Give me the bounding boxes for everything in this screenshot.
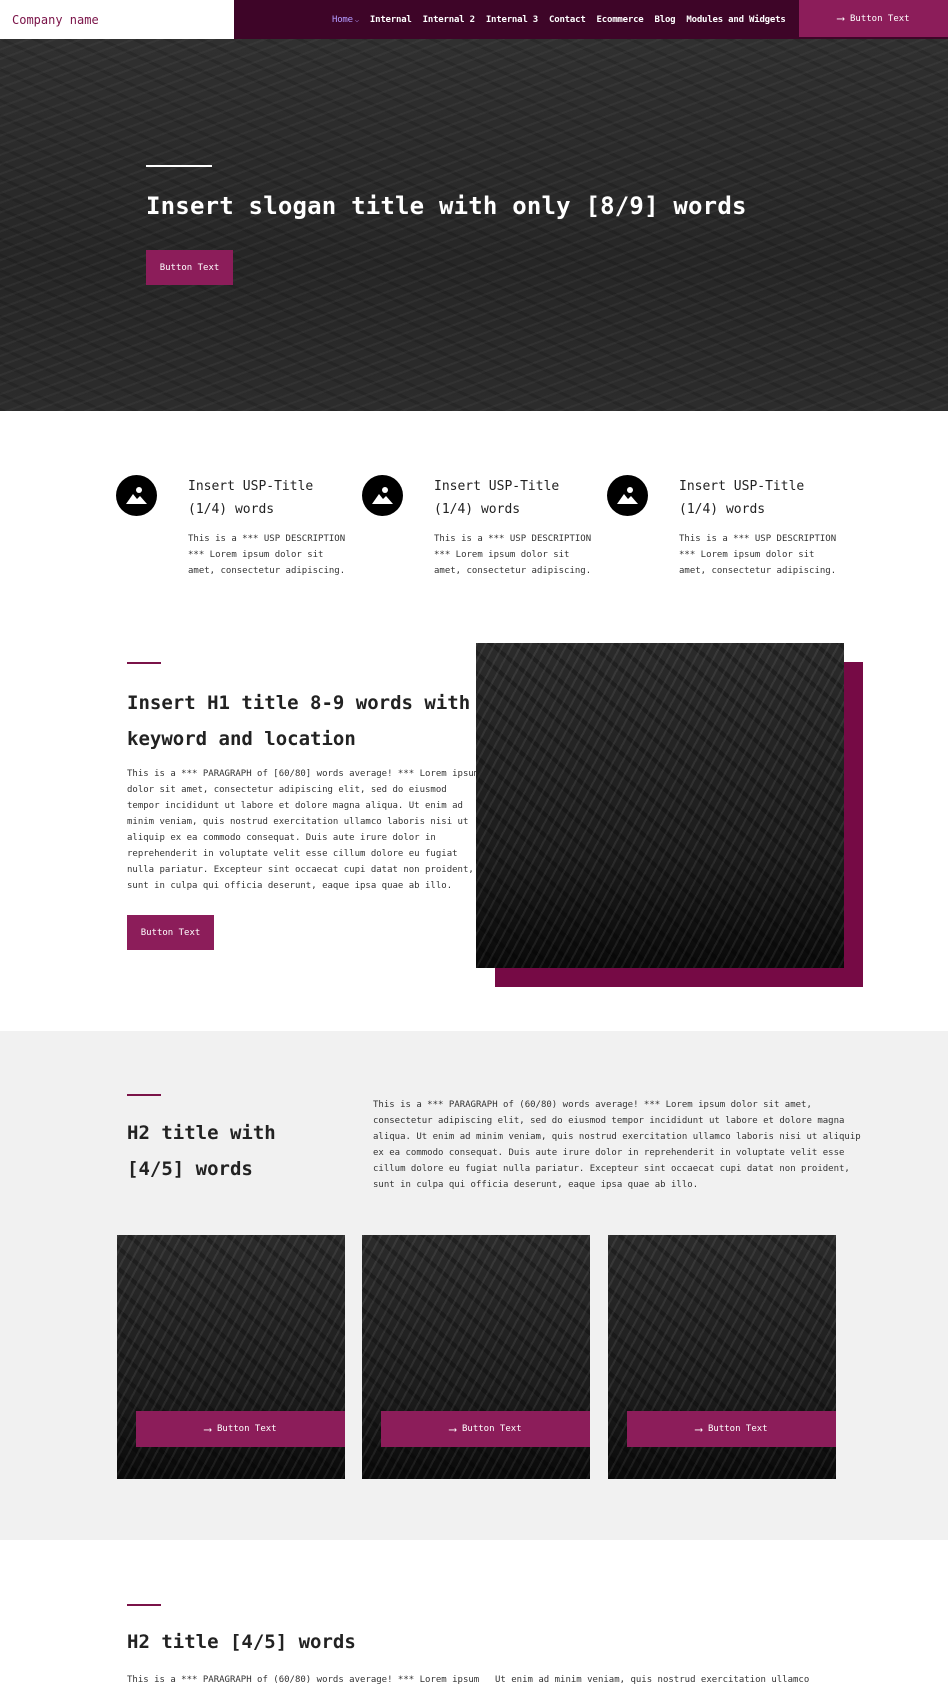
paragraph-line: aliqua. Ut enim ad minim veniam, quis no…: [373, 1132, 861, 1142]
usp-title: Insert USP-Title: [679, 479, 805, 494]
image-card: ⟶ Button Text: [117, 1235, 345, 1479]
card-button-label: Button Text: [462, 1424, 522, 1434]
hero-section: Insert slogan title with only [8/9] word…: [0, 39, 948, 411]
usp-description: This is a *** USP DESCRIPTION *** Lorem …: [679, 531, 879, 579]
bottom-paragraph-col1: This is a *** PARAGRAPH of (60/80) words…: [127, 1675, 480, 1685]
arrow-right-icon: ⟶: [837, 12, 844, 25]
usp-item: Insert USP-Title (1/4) words This is a *…: [607, 475, 879, 579]
image-card: ⟶ Button Text: [362, 1235, 590, 1479]
usp-title-sub: (1/4) words: [434, 502, 521, 517]
section-title: H2 title with [4/5] words: [127, 1115, 276, 1187]
paragraph-line: reprehenderit in voluptate velit esse ci…: [127, 849, 458, 859]
usp-desc-line: *** Lorem ipsum dolor sit: [188, 550, 324, 560]
paragraph-line: sunt in culpa qui officia deserunt, eaqu…: [373, 1180, 699, 1190]
arrow-right-icon: ⟶: [204, 1422, 211, 1436]
paragraph-line: ex ea commodo consequat. Duis aute irure…: [373, 1148, 845, 1158]
bottom-paragraph-col2: Ut enim ad minim veniam, quis nostrud ex…: [495, 1675, 810, 1685]
usp-description: This is a *** USP DESCRIPTION *** Lorem …: [434, 531, 634, 579]
paragraph-line: minim veniam, quis nostrud exercitation …: [127, 817, 469, 827]
brand-logo[interactable]: Company name: [0, 0, 234, 39]
usp-title: Insert USP-Title: [434, 479, 560, 494]
card-button[interactable]: ⟶ Button Text: [381, 1411, 590, 1447]
usp-item: Insert USP-Title (1/4) words This is a *…: [362, 475, 634, 579]
header-cta-label: Button Text: [850, 13, 910, 24]
intro-button[interactable]: Button Text: [127, 915, 214, 950]
nav-item-ecommerce[interactable]: Ecommerce: [597, 15, 644, 25]
image-icon: [607, 475, 648, 516]
usp-description: This is a *** USP DESCRIPTION *** Lorem …: [188, 531, 388, 579]
page-title-line: Insert H1 title 8-9 words with: [127, 692, 471, 714]
image-icon: [362, 475, 403, 516]
usp-desc-line: This is a *** USP DESCRIPTION: [188, 534, 346, 544]
paragraph-line: aliquip ex ea commodo consequat. Duis au…: [127, 833, 436, 843]
nav-item-internal[interactable]: Internal: [370, 15, 412, 25]
hero-title: Insert slogan title with only [8/9] word…: [146, 192, 747, 220]
image-icon: [116, 475, 157, 516]
paragraph-line: This is a *** PARAGRAPH of [60/80] words…: [127, 769, 480, 779]
nav-item-home[interactable]: Home ⌵: [332, 15, 359, 25]
section-accent-line: [127, 1094, 161, 1096]
paragraph-line: This is a *** PARAGRAPH of (60/80) words…: [373, 1100, 812, 1110]
nav-item-contact[interactable]: Contact: [549, 15, 586, 25]
usp-desc-line: amet, consectetur adipiscing.: [434, 566, 592, 576]
paragraph-line: cillum dolore eu fugiat nulla pariatur. …: [373, 1164, 850, 1174]
card-button-label: Button Text: [217, 1424, 277, 1434]
paragraph-line: tempor incididunt ut labore et dolore ma…: [127, 801, 463, 811]
page-title-line: keyword and location: [127, 728, 356, 750]
nav-item-blog[interactable]: Blog: [655, 15, 676, 25]
hero-accent-line: [146, 165, 212, 167]
intro-paragraph: This is a *** PARAGRAPH of [60/80] words…: [127, 766, 479, 894]
usp-desc-line: This is a *** USP DESCRIPTION: [679, 534, 837, 544]
section-title-line: [4/5] words: [127, 1158, 253, 1180]
usp-desc-line: This is a *** USP DESCRIPTION: [434, 534, 592, 544]
arrow-right-icon: ⟶: [449, 1422, 456, 1436]
paragraph-line: consectetur adipiscing elit, sed do eius…: [373, 1116, 845, 1126]
paragraph-line: nulla pariatur. Excepteur sint occaecat …: [127, 865, 474, 875]
usp-title-sub: (1/4) words: [188, 502, 275, 517]
header-cta-button[interactable]: ⟶ Button Text: [799, 0, 948, 37]
section-paragraph: This is a *** PARAGRAPH of (60/80) words…: [373, 1097, 861, 1193]
bottom-section-title: H2 title [4/5] words: [127, 1631, 356, 1653]
site-header: Company name Home ⌵ Internal Internal 2 I…: [0, 0, 948, 39]
nav-item-internal-2[interactable]: Internal 2: [423, 15, 475, 25]
usp-desc-line: amet, consectetur adipiscing.: [679, 566, 837, 576]
paragraph-line: sunt in culpa qui officia deserunt, eaqu…: [127, 881, 453, 891]
section-title-line: H2 title with: [127, 1122, 276, 1144]
chevron-down-icon: ⌵: [354, 15, 359, 24]
page-title: Insert H1 title 8-9 words with keyword a…: [127, 685, 470, 757]
card-button-label: Button Text: [708, 1424, 768, 1434]
sand-texture-image: [476, 643, 844, 968]
nav-item-label: Home: [332, 14, 353, 25]
usp-title-sub: (1/4) words: [679, 502, 766, 517]
paragraph-line: dolor sit amet, consectetur adipiscing e…: [127, 785, 447, 795]
card-button[interactable]: ⟶ Button Text: [136, 1411, 345, 1447]
usp-title: Insert USP-Title: [188, 479, 314, 494]
usp-item: Insert USP-Title (1/4) words This is a *…: [116, 475, 388, 579]
usp-desc-line: amet, consectetur adipiscing.: [188, 566, 346, 576]
section-accent-line: [127, 1604, 161, 1606]
arrow-right-icon: ⟶: [695, 1422, 702, 1436]
nav-item-internal-3[interactable]: Internal 3: [486, 15, 538, 25]
hero-button[interactable]: Button Text: [146, 250, 233, 285]
nav-item-modules-and-widgets[interactable]: Modules and Widgets: [686, 15, 785, 25]
section-accent-line: [127, 662, 161, 664]
card-button[interactable]: ⟶ Button Text: [627, 1411, 836, 1447]
usp-desc-line: *** Lorem ipsum dolor sit: [434, 550, 570, 560]
usp-desc-line: *** Lorem ipsum dolor sit: [679, 550, 815, 560]
image-card: ⟶ Button Text: [608, 1235, 836, 1479]
